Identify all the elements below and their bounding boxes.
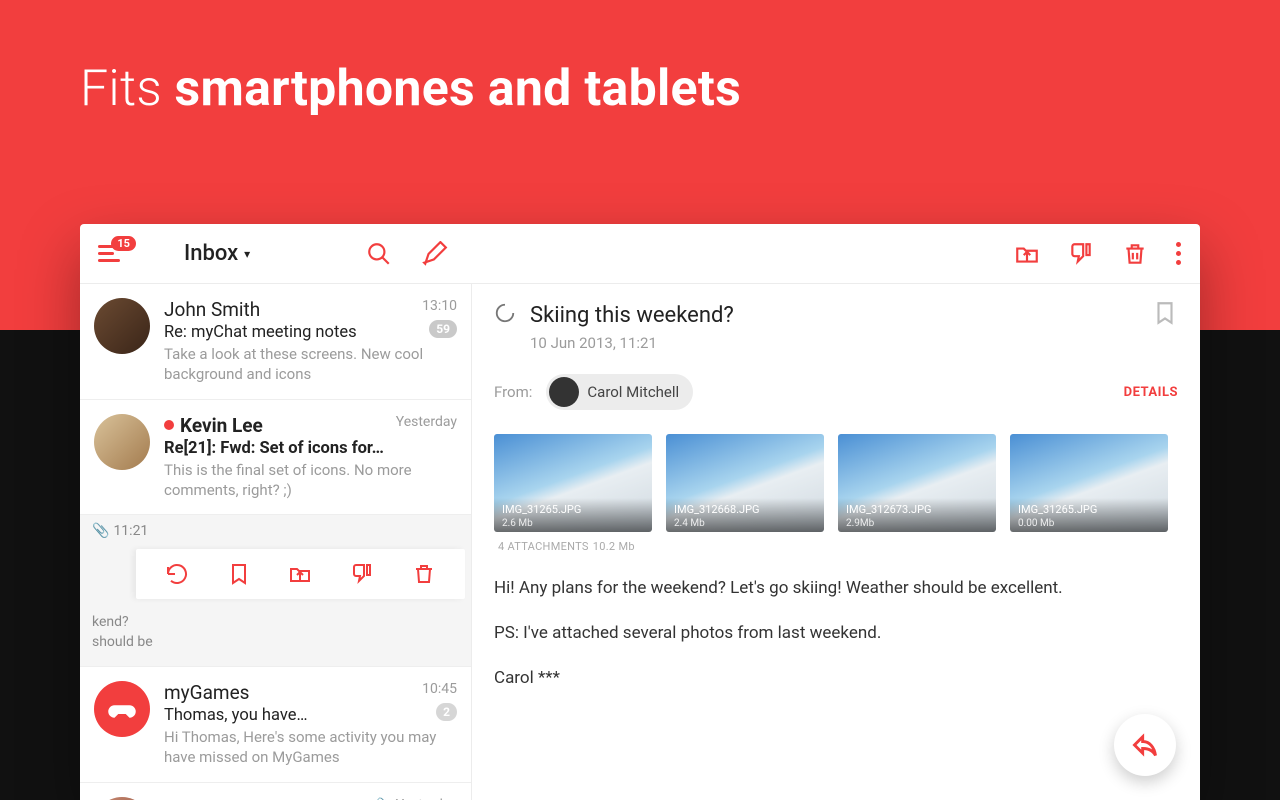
- list-item[interactable]: ↩Maria Rodriguez Re[20]:Fwd: Set of icon…: [80, 783, 471, 800]
- avatar: [549, 377, 579, 407]
- unread-badge: 15: [111, 236, 136, 251]
- sender-name: Carol Mitchell: [587, 383, 679, 401]
- timestamp: 10:45: [422, 681, 457, 697]
- folder-name: Inbox: [184, 241, 238, 266]
- avatar: [94, 298, 150, 354]
- gamepad-icon: [107, 694, 137, 724]
- chevron-down-icon: ▾: [244, 247, 250, 261]
- bookmark-button[interactable]: [1152, 300, 1178, 326]
- list-item-selected[interactable]: 📎11:21 kend? should be: [80, 515, 471, 667]
- sender-name: myGames: [164, 681, 249, 704]
- details-button[interactable]: DETAILS: [1124, 385, 1178, 400]
- from-label: From:: [494, 383, 532, 401]
- pencil-icon: [422, 241, 448, 267]
- thumbs-down-icon: [1068, 241, 1094, 267]
- thumbs-down-icon: [350, 562, 374, 586]
- body-paragraph: PS: I've attached several photos from la…: [494, 620, 1178, 647]
- spam-button[interactable]: [349, 561, 375, 587]
- folder-move-icon: [1014, 241, 1040, 267]
- message-list[interactable]: John Smith Re: myChat meeting notes Take…: [80, 284, 472, 800]
- spam-button[interactable]: [1068, 241, 1094, 267]
- clip-icon: 📎: [92, 523, 109, 539]
- overflow-menu[interactable]: [1176, 242, 1182, 265]
- attachments-summary: 4 ATTACHMENTS10.2 Mb: [494, 540, 1178, 553]
- refresh-button[interactable]: [164, 561, 190, 587]
- preview: This is the final set of icons. No more …: [164, 460, 455, 501]
- sender-chip[interactable]: Carol Mitchell: [546, 374, 693, 410]
- list-item[interactable]: myGames Thomas, you have… Hi Thomas, Her…: [80, 667, 471, 783]
- refresh-icon: [165, 562, 189, 586]
- attachment-size: 0.00 Mb: [1018, 518, 1054, 529]
- folder-move-icon: [288, 562, 312, 586]
- timestamp: Yesterday: [396, 414, 457, 430]
- thread-count: 59: [429, 320, 457, 338]
- attachment-thumb[interactable]: IMG_31265.JPG 0.00 Mb: [1010, 434, 1168, 532]
- sender-name: Kevin Lee: [180, 414, 263, 437]
- avatar: [94, 681, 150, 737]
- trash-icon: [1122, 241, 1148, 267]
- move-button[interactable]: [1014, 241, 1040, 267]
- attachment-size: 2.9Mb: [846, 518, 874, 529]
- bookmark-button[interactable]: [226, 561, 252, 587]
- search-button[interactable]: [366, 241, 392, 267]
- reply-fab[interactable]: [1114, 714, 1176, 776]
- move-button[interactable]: [287, 561, 313, 587]
- attachment-name: IMG_312668.JPG: [674, 503, 760, 516]
- avatar: [94, 414, 150, 470]
- preview-cut: kend? should be: [92, 613, 459, 652]
- message-reader: Skiing this weekend? 10 Jun 2013, 11:21 …: [472, 284, 1200, 800]
- attachment-thumb[interactable]: IMG_31265.JPG 2.6 Mb: [494, 434, 652, 532]
- body-paragraph: Hi! Any plans for the weekend? Let's go …: [494, 575, 1178, 602]
- subject: Re[21]: Fwd: Set of icons for…: [164, 439, 455, 458]
- hero-light: Fits: [80, 60, 174, 118]
- tablet-frame: 15 Inbox ▾: [80, 224, 1200, 800]
- bookmark-icon: [1152, 300, 1178, 326]
- hero-title: Fits smartphones and tablets: [80, 60, 741, 118]
- list-item[interactable]: Kevin Lee Re[21]: Fwd: Set of icons for……: [80, 400, 471, 516]
- folder-dropdown[interactable]: Inbox ▾: [184, 241, 250, 266]
- timestamp: 11:21: [113, 523, 148, 539]
- search-icon: [366, 241, 392, 267]
- attachment-name: IMG_31265.JPG: [502, 503, 581, 516]
- reply-icon: [1131, 731, 1159, 759]
- message-date: 10 Jun 2013, 11:21: [530, 334, 1178, 352]
- list-item[interactable]: John Smith Re: myChat meeting notes Take…: [80, 284, 471, 400]
- attachment-size: 2.6 Mb: [502, 518, 533, 529]
- delete-button[interactable]: [411, 561, 437, 587]
- message-body: Hi! Any plans for the weekend? Let's go …: [494, 575, 1178, 693]
- subject: Re: myChat meeting notes: [164, 323, 455, 342]
- timestamp: 13:10: [422, 298, 457, 314]
- attachment-size: 2.4 Mb: [674, 518, 705, 529]
- bookmark-icon: [227, 562, 251, 586]
- toolbar: 15 Inbox ▾: [80, 224, 1200, 284]
- attachment-thumb[interactable]: IMG_312668.JPG 2.4 Mb: [666, 434, 824, 532]
- thread-count: 2: [436, 703, 457, 721]
- subject: Thomas, you have…: [164, 706, 455, 725]
- attachment-name: IMG_312673.JPG: [846, 503, 932, 516]
- compose-button[interactable]: [422, 241, 448, 267]
- message-subject: Skiing this weekend?: [530, 303, 734, 328]
- attachments-row: IMG_31265.JPG 2.6 Mb IMG_312668.JPG 2.4 …: [494, 434, 1178, 532]
- preview: Hi Thomas, Here's some activity you may …: [164, 727, 455, 768]
- attachment-thumb[interactable]: IMG_312673.JPG 2.9Mb: [838, 434, 996, 532]
- attachment-name: IMG_31265.JPG: [1018, 503, 1097, 516]
- hero-bold: smartphones and tablets: [174, 60, 741, 118]
- trash-icon: [412, 562, 436, 586]
- quick-action-bar: [136, 549, 465, 599]
- body-paragraph: Carol ***: [494, 665, 1178, 692]
- loading-icon: [494, 302, 516, 328]
- preview: Take a look at these screens. New cool b…: [164, 344, 455, 385]
- sender-name: John Smith: [164, 298, 260, 321]
- unread-dot-icon: [164, 420, 174, 430]
- delete-button[interactable]: [1122, 241, 1148, 267]
- menu-button[interactable]: 15: [98, 242, 128, 266]
